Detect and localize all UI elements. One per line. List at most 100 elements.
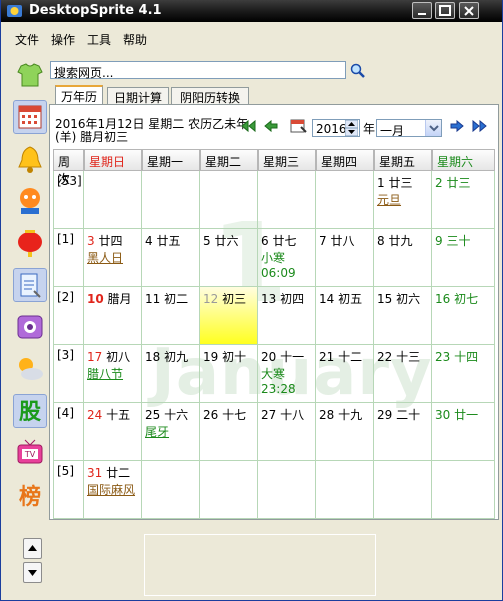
tab-perpetual-calendar[interactable]: 万年历 bbox=[55, 85, 103, 105]
day-header: 29 二十 bbox=[377, 406, 428, 423]
day-cell[interactable]: 6 廿七 小寒 06:09 bbox=[258, 229, 316, 287]
year-spin-icon[interactable] bbox=[345, 120, 358, 136]
weather-icon[interactable] bbox=[13, 352, 47, 386]
empty-day-cell[interactable] bbox=[200, 171, 258, 229]
prev-year-icon[interactable] bbox=[239, 118, 257, 134]
day-cell[interactable]: 23 十四 bbox=[432, 345, 495, 403]
empty-day-cell[interactable] bbox=[258, 461, 316, 519]
next-month-icon[interactable] bbox=[447, 118, 465, 134]
scroll-down-button[interactable] bbox=[23, 562, 42, 583]
ranking-icon[interactable]: 榜 bbox=[13, 478, 47, 512]
lunar-day: 廿六 bbox=[214, 234, 239, 248]
day-cell[interactable]: 1 廿三 元旦 bbox=[374, 171, 432, 229]
menu-tools[interactable]: 工具 bbox=[87, 31, 111, 48]
day-cell[interactable]: 11 初二 bbox=[142, 287, 200, 345]
date-info-line2: (羊) 腊月初三 bbox=[55, 130, 129, 144]
day-cell[interactable]: 13 初四 bbox=[258, 287, 316, 345]
search-input[interactable]: 搜索网页... bbox=[50, 61, 346, 80]
next-year-icon[interactable] bbox=[471, 118, 489, 134]
contact-icon[interactable] bbox=[13, 184, 47, 218]
tv-icon[interactable]: TV bbox=[13, 436, 47, 470]
day-cell[interactable]: 24 十五 bbox=[84, 403, 142, 461]
lunar-day: 初十 bbox=[222, 350, 247, 364]
menu-help[interactable]: 帮助 bbox=[123, 31, 147, 48]
notes-icon[interactable] bbox=[13, 268, 47, 302]
lunar-day: 十九 bbox=[338, 408, 363, 422]
day-header: 4 廿五 bbox=[145, 232, 196, 249]
day-number: 24 bbox=[87, 408, 103, 422]
day-cell[interactable]: 27 十八 bbox=[258, 403, 316, 461]
day-cell[interactable]: 26 十七 bbox=[200, 403, 258, 461]
day-cell[interactable]: 29 二十 bbox=[374, 403, 432, 461]
bell-icon[interactable] bbox=[13, 142, 47, 176]
empty-day-cell[interactable] bbox=[316, 461, 374, 519]
stock-icon[interactable]: 股 bbox=[13, 394, 47, 428]
festival-label[interactable]: 元旦 bbox=[377, 191, 428, 208]
festival-label[interactable]: 腊八节 bbox=[87, 365, 138, 382]
minimize-button[interactable] bbox=[412, 2, 432, 19]
day-number: 1 bbox=[377, 176, 385, 190]
svg-text:TV: TV bbox=[24, 450, 36, 459]
empty-day-cell[interactable] bbox=[374, 461, 432, 519]
day-cell[interactable]: 18 初九 bbox=[142, 345, 200, 403]
shirt-icon[interactable] bbox=[13, 58, 47, 92]
day-cell[interactable]: 2 廿三 bbox=[432, 171, 495, 229]
scroll-up-button[interactable] bbox=[23, 538, 42, 559]
menu-file[interactable]: 文件 bbox=[15, 31, 39, 48]
today-icon[interactable] bbox=[289, 118, 307, 134]
empty-day-cell[interactable] bbox=[84, 171, 142, 229]
day-cell[interactable]: 28 十九 bbox=[316, 403, 374, 461]
lunar-day: 三十 bbox=[446, 234, 471, 248]
day-cell[interactable]: 9 三十 bbox=[432, 229, 495, 287]
day-cell[interactable]: 21 十二 bbox=[316, 345, 374, 403]
day-cell[interactable]: 10 腊月 bbox=[84, 287, 142, 345]
calendar-icon[interactable] bbox=[13, 100, 47, 134]
day-cell[interactable]: 25 十六 尾牙 bbox=[142, 403, 200, 461]
day-cell[interactable]: 8 廿九 bbox=[374, 229, 432, 287]
day-header: 23 十四 bbox=[435, 348, 491, 365]
search-icon[interactable] bbox=[350, 63, 366, 79]
empty-day-cell[interactable] bbox=[432, 461, 495, 519]
lantern-icon[interactable] bbox=[13, 226, 47, 260]
empty-day-cell[interactable] bbox=[258, 171, 316, 229]
maximize-button[interactable] bbox=[435, 2, 455, 19]
day-header: 26 十七 bbox=[203, 406, 254, 423]
close-button[interactable] bbox=[459, 2, 479, 19]
day-cell[interactable]: 19 初十 bbox=[200, 345, 258, 403]
day-cell[interactable]: 20 十一 大寒 23:28 bbox=[258, 345, 316, 403]
lunar-day: 廿四 bbox=[98, 234, 123, 248]
title-bar[interactable]: DesktopSprite 4.1 bbox=[1, 0, 502, 22]
triangle-up-icon bbox=[28, 545, 37, 551]
phone-icon[interactable] bbox=[13, 310, 47, 344]
day-cell[interactable]: 30 廿一 bbox=[432, 403, 495, 461]
day-cell[interactable]: 7 廿八 bbox=[316, 229, 374, 287]
empty-day-cell[interactable] bbox=[316, 171, 374, 229]
close-icon bbox=[464, 6, 474, 16]
day-cell[interactable]: 31 廿二 国际麻风 bbox=[84, 461, 142, 519]
day-cell[interactable]: 15 初六 bbox=[374, 287, 432, 345]
empty-day-cell[interactable] bbox=[142, 461, 200, 519]
day-cell[interactable]: 5 廿六 bbox=[200, 229, 258, 287]
day-number: 23 bbox=[435, 350, 451, 364]
menu-operate[interactable]: 操作 bbox=[51, 31, 75, 48]
day-cell[interactable]: 3 廿四 黑人日 bbox=[84, 229, 142, 287]
empty-day-cell[interactable] bbox=[200, 461, 258, 519]
day-header: 3 廿四 bbox=[87, 232, 138, 249]
day-number: 14 bbox=[319, 292, 335, 306]
day-cell[interactable]: 22 十三 bbox=[374, 345, 432, 403]
day-cell[interactable]: 12 初三 bbox=[200, 287, 258, 345]
day-number: 20 bbox=[261, 350, 277, 364]
festival-label[interactable]: 尾牙 bbox=[145, 423, 196, 440]
day-cell[interactable]: 17 初八 腊八节 bbox=[84, 345, 142, 403]
day-cell[interactable]: 16 初七 bbox=[432, 287, 495, 345]
festival-label[interactable]: 黑人日 bbox=[87, 249, 138, 266]
tab-date-calculation[interactable]: 日期计算 bbox=[107, 87, 169, 105]
festival-label[interactable]: 国际麻风 bbox=[87, 481, 138, 498]
month-dropdown-button[interactable] bbox=[425, 120, 441, 136]
prev-month-icon[interactable] bbox=[263, 118, 281, 134]
empty-day-cell[interactable] bbox=[142, 171, 200, 229]
day-cell[interactable]: 14 初五 bbox=[316, 287, 374, 345]
day-header: 15 初六 bbox=[377, 290, 428, 307]
day-cell[interactable]: 4 廿五 bbox=[142, 229, 200, 287]
tab-lunar-conversion[interactable]: 阴阳历转换 bbox=[171, 87, 249, 105]
